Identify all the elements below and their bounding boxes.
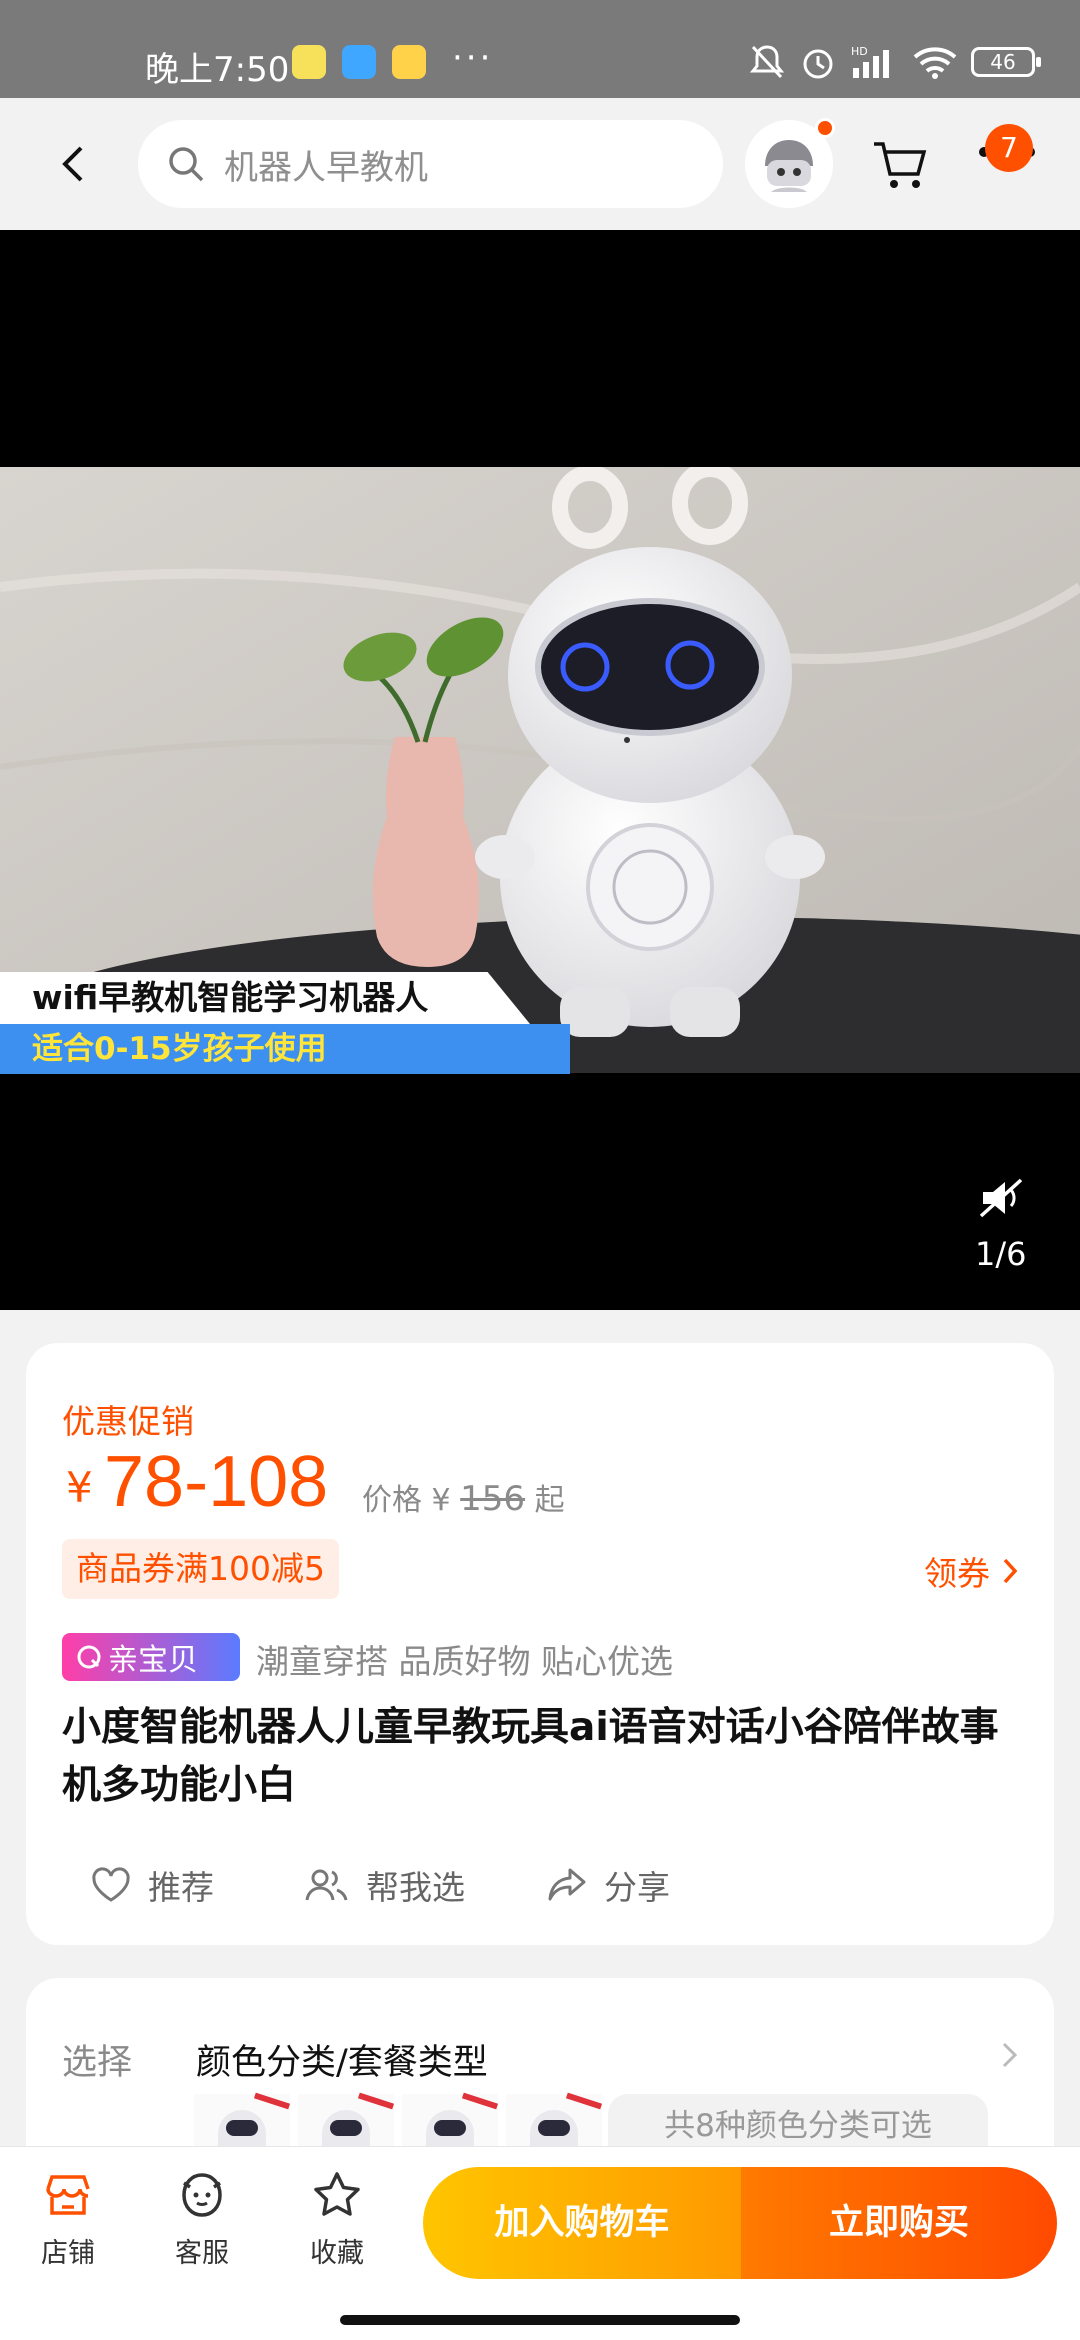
status-indicators: HD 46 — [749, 40, 1041, 84]
battery-icon: 46 — [971, 47, 1041, 77]
svg-text:HD: HD — [851, 45, 868, 58]
original-price-value: 156 — [460, 1479, 526, 1519]
product-actions: 推荐 帮我选 分享 — [26, 1855, 1054, 1915]
more-notifications-icon: ··· — [452, 38, 494, 78]
customer-service-icon — [182, 2173, 222, 2217]
coupon-tag: 商品券满100减5 — [62, 1539, 339, 1599]
hundred-app-icon — [392, 45, 426, 79]
music-app-icon — [292, 45, 326, 79]
speaker-muted-icon — [979, 1178, 1023, 1218]
share-icon — [548, 1868, 586, 1901]
variant-thumbnail[interactable] — [506, 2092, 603, 2154]
video-caption-subtitle: 适合0-15岁孩子使用 — [0, 1024, 570, 1074]
favorite-tab[interactable]: 收藏 — [287, 2169, 387, 2279]
top-nav: 机器人早教机 7 — [0, 98, 1080, 230]
chevron-right-icon — [1003, 1558, 1018, 1584]
brand-q-icon — [77, 1645, 101, 1669]
share-button[interactable]: 分享 — [546, 1855, 670, 1915]
brand-badge[interactable]: 亲宝贝 — [62, 1633, 240, 1681]
service-label: 客服 — [175, 2238, 229, 2269]
heart-icon — [92, 1867, 130, 1902]
chevron-right-icon — [1002, 2042, 1018, 2068]
service-tab[interactable]: 客服 — [152, 2169, 252, 2279]
shop-tab[interactable]: 店铺 — [18, 2169, 118, 2279]
help-choose-label: 帮我选 — [366, 1868, 465, 1907]
brand-tagline: 潮童穿搭 品质好物 贴心优选 — [256, 1642, 673, 1681]
search-input[interactable]: 机器人早教机 — [224, 140, 428, 189]
wifi-icon — [913, 47, 957, 79]
notification-dot — [815, 118, 835, 138]
chat-app-icon — [342, 45, 376, 79]
product-title: 小度智能机器人儿童早教玩具ai语音对话小谷陪伴故事机多功能小白 — [62, 1705, 999, 1808]
mute-bell-icon — [749, 45, 785, 79]
variant-thumbnail[interactable] — [402, 2092, 499, 2154]
back-button[interactable] — [40, 128, 104, 200]
search-icon — [169, 147, 204, 182]
gallery-page-indicator: 1/6 — [975, 1235, 1027, 1273]
video-caption-title: wifi早教机智能学习机器人 — [0, 972, 530, 1024]
bottom-action-bar: 店铺 客服 收藏 加入购物车 立即购买 — [0, 2146, 1080, 2340]
variant-thumbnail[interactable] — [298, 2092, 395, 2154]
shop-icon — [46, 2175, 90, 2215]
star-icon — [314, 2172, 360, 2216]
price-range: 78-108 — [104, 1442, 329, 1522]
recommend-label: 推荐 — [148, 1868, 214, 1907]
product-media-gallery[interactable]: wifi早教机智能学习机器人 适合0-15岁孩子使用 1/6 — [0, 230, 1080, 1310]
currency-symbol: ¥ — [66, 1463, 93, 1512]
original-price: 价格 ¥ 156 起 — [362, 1475, 565, 1519]
original-price-suffix: 起 — [534, 1483, 565, 1518]
ribbon-decoration — [565, 2092, 603, 2110]
variant-thumbnail[interactable] — [194, 2092, 291, 2154]
select-value: 颜色分类/套餐类型 — [196, 2043, 488, 2083]
share-label: 分享 — [604, 1868, 670, 1907]
status-bar: 晚上7:50 ··· HD 46 — [0, 0, 1080, 98]
promo-label: 优惠促销 — [62, 1402, 194, 1441]
chevron-left-icon — [62, 146, 83, 182]
add-to-cart-button[interactable]: 加入购物车 — [423, 2167, 741, 2279]
mute-button[interactable] — [975, 1172, 1027, 1224]
ribbon-decoration — [461, 2092, 499, 2110]
get-coupon-label: 领券 — [924, 1554, 990, 1593]
status-time: 晚上7:50 — [145, 50, 290, 90]
message-count-badge: 7 — [985, 124, 1033, 172]
people-icon — [305, 1869, 348, 1901]
buy-now-button[interactable]: 立即购买 — [741, 2167, 1057, 2279]
shop-label: 店铺 — [41, 2238, 95, 2269]
select-label: 选择 — [62, 2043, 133, 2083]
ribbon-decoration — [357, 2092, 395, 2110]
avatar[interactable] — [745, 118, 835, 208]
cart-button[interactable] — [870, 134, 930, 194]
cart-icon — [874, 142, 927, 188]
original-price-prefix: 价格 ¥ — [362, 1483, 451, 1518]
help-choose-button[interactable]: 帮我选 — [304, 1855, 465, 1915]
ribbon-decoration — [253, 2092, 291, 2110]
favorite-label: 收藏 — [310, 2238, 364, 2269]
search-bar[interactable]: 机器人早教机 — [138, 120, 723, 208]
recommend-button[interactable]: 推荐 — [90, 1855, 214, 1915]
alarm-icon — [803, 49, 833, 79]
get-coupon-button[interactable]: 领券 — [924, 1543, 1018, 1599]
brand-badge-label: 亲宝贝 — [108, 1643, 198, 1678]
product-info-card: 优惠促销 ¥ 78-108 价格 ¥ 156 起 商品券满100减5 领券 亲宝… — [26, 1343, 1054, 1945]
home-indicator[interactable] — [340, 2315, 740, 2325]
signal-icon: HD — [851, 45, 889, 78]
